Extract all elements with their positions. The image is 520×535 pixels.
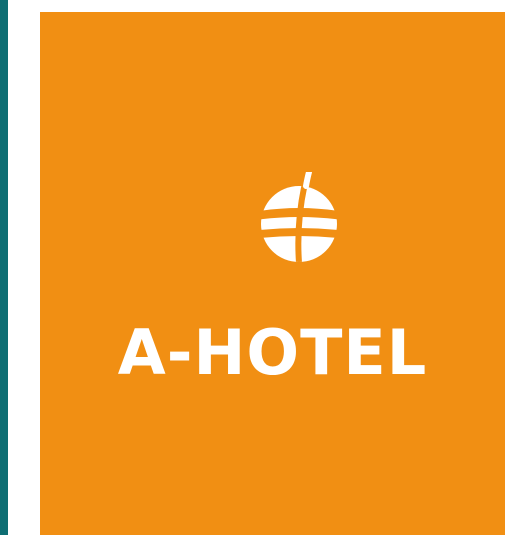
brand-name: A-HOTEL xyxy=(117,316,428,389)
brand-panel: A-HOTEL xyxy=(40,12,505,535)
globe-icon xyxy=(261,172,337,262)
left-accent-bar xyxy=(0,0,8,535)
